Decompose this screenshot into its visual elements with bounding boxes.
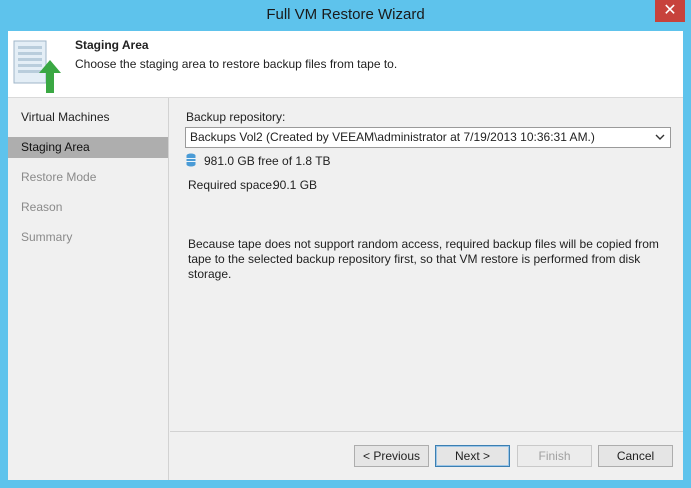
footer-divider (170, 431, 683, 432)
restore-upload-icon (13, 40, 61, 93)
page-description: Choose the staging area to restore backu… (75, 57, 398, 71)
backup-repository-value: Backups Vol2 (Created by VEEAM\administr… (190, 130, 595, 144)
chevron-down-icon (655, 134, 665, 140)
wizard-window: Full VM Restore Wizard ✕ Staging Area Ch… (0, 0, 691, 488)
finish-button[interactable]: Finish (517, 445, 592, 467)
required-space-label: Required space: (188, 178, 276, 192)
step-reason[interactable]: Reason (8, 197, 168, 218)
step-staging-area[interactable]: Staging Area (8, 137, 168, 158)
step-summary[interactable]: Summary (8, 227, 168, 248)
database-icon (186, 153, 196, 167)
previous-button[interactable]: < Previous (354, 445, 429, 467)
close-button[interactable]: ✕ (655, 0, 685, 22)
wizard-client: Staging Area Choose the staging area to … (8, 31, 683, 480)
next-button[interactable]: Next > (435, 445, 510, 467)
window-title: Full VM Restore Wizard (266, 6, 425, 23)
wizard-steps: Virtual Machines Staging Area Restore Mo… (8, 98, 169, 480)
free-space-text: 981.0 GB free of 1.8 TB (204, 154, 331, 168)
close-icon: ✕ (663, 2, 677, 19)
step-restore-mode[interactable]: Restore Mode (8, 167, 168, 188)
step-virtual-machines[interactable]: Virtual Machines (8, 107, 168, 128)
page-title: Staging Area (75, 38, 149, 52)
backup-repository-label: Backup repository: (186, 110, 286, 124)
backup-repository-select[interactable]: Backups Vol2 (Created by VEEAM\administr… (185, 127, 671, 148)
staging-description: Because tape does not support random acc… (188, 237, 659, 281)
title-bar[interactable]: Full VM Restore Wizard ✕ (0, 0, 691, 31)
cancel-button[interactable]: Cancel (598, 445, 673, 467)
wizard-header: Staging Area Choose the staging area to … (8, 31, 683, 98)
required-space-value: 90.1 GB (273, 178, 318, 192)
main-panel: Backup repository: Backups Vol2 (Created… (170, 98, 683, 431)
